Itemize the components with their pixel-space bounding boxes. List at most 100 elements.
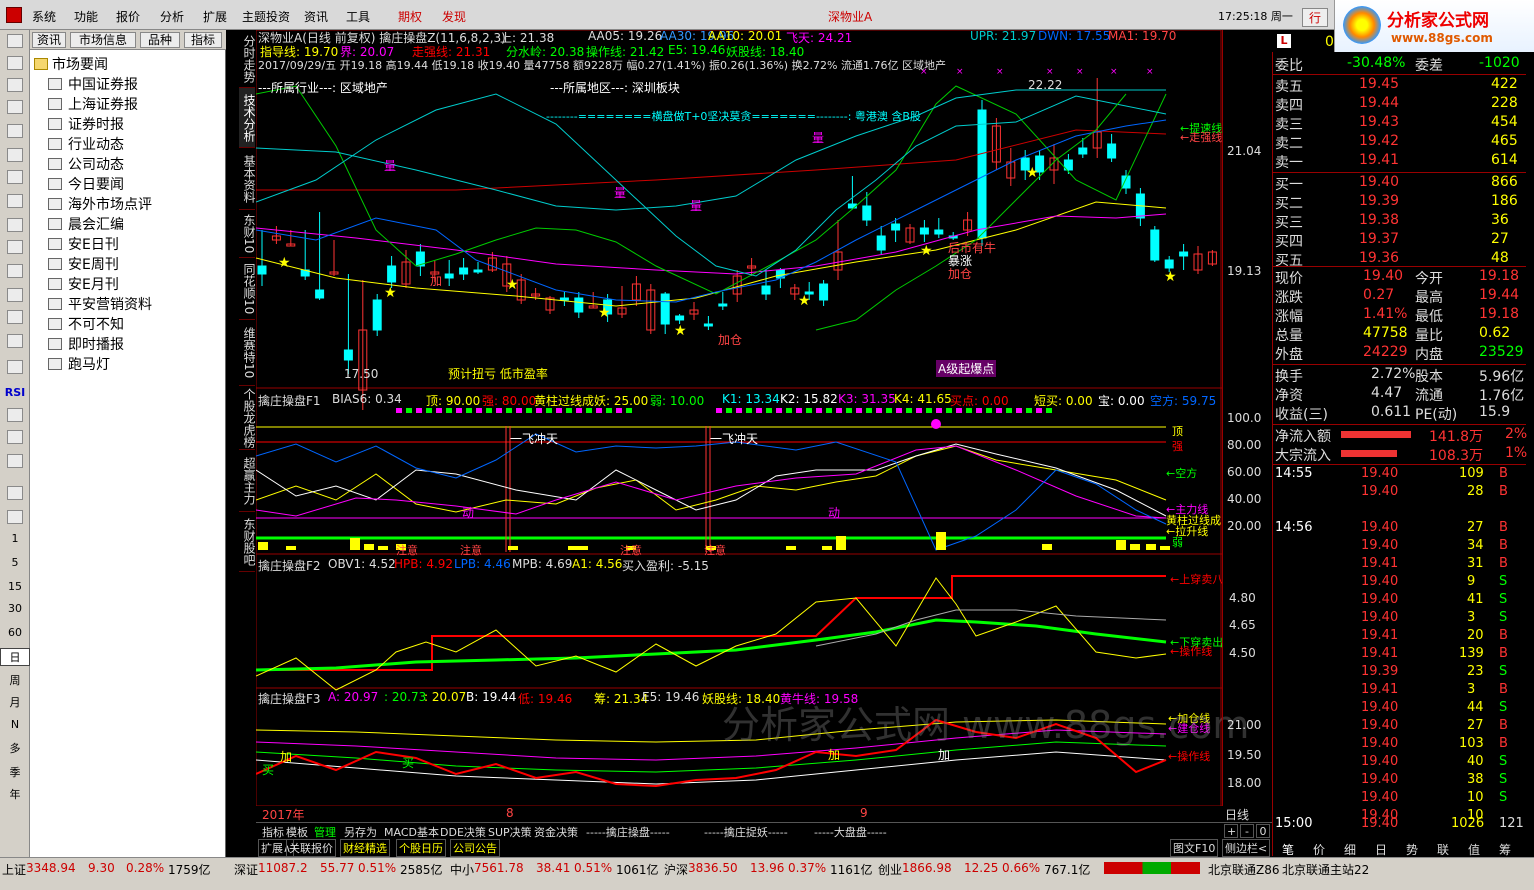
- quote-tab[interactable]: 势: [1406, 841, 1418, 858]
- menu-item-function[interactable]: 功能: [74, 8, 98, 25]
- period-day[interactable]: 日: [0, 648, 30, 666]
- sell-price[interactable]: 19.42: [1359, 133, 1399, 149]
- buy-price[interactable]: 19.36: [1359, 250, 1399, 266]
- line-chart-icon[interactable]: [7, 148, 23, 162]
- news-root[interactable]: 市场要闻: [34, 54, 108, 74]
- menu-item-news[interactable]: 资讯: [304, 8, 328, 25]
- cross-icon[interactable]: [7, 430, 23, 444]
- clock-icon[interactable]: [7, 334, 23, 348]
- index-name[interactable]: 创业: [878, 861, 902, 878]
- index-name[interactable]: 深证: [234, 861, 258, 878]
- tab-variety[interactable]: 品种: [140, 32, 180, 48]
- period-5min[interactable]: 5: [0, 556, 30, 569]
- buy-price[interactable]: 19.37: [1359, 231, 1399, 247]
- indicator-tab[interactable]: 另存为: [342, 824, 379, 839]
- tab-news[interactable]: 资讯: [32, 32, 66, 48]
- vtab-item[interactable]: 东财10: [239, 210, 256, 258]
- report-icon[interactable]: [7, 264, 23, 278]
- menu-item-options[interactable]: 期权: [398, 8, 422, 25]
- extend-tab[interactable]: 图文F10: [1170, 839, 1219, 857]
- sell-price[interactable]: 19.41: [1359, 152, 1399, 168]
- quote-tab[interactable]: 联: [1437, 841, 1449, 858]
- vtab-item[interactable]: 基本资料: [239, 148, 256, 210]
- index-name[interactable]: 上证: [2, 861, 26, 878]
- period-month[interactable]: 月: [0, 694, 30, 710]
- indicator-tab[interactable]: DDE决策: [438, 824, 488, 839]
- tab-market-info[interactable]: 市场信息: [70, 32, 136, 48]
- sell-price[interactable]: 19.43: [1359, 114, 1399, 130]
- zoom-button[interactable]: 0: [1256, 824, 1270, 838]
- vtab-item[interactable]: 维赛特10: [239, 320, 256, 386]
- buy-price[interactable]: 19.38: [1359, 212, 1399, 228]
- extend-tab[interactable]: 侧边栏<: [1222, 839, 1271, 857]
- down-icon[interactable]: [7, 78, 23, 92]
- trade-button[interactable]: 行: [1302, 8, 1329, 27]
- grid-icon[interactable]: [7, 124, 23, 138]
- period-1min[interactable]: 1: [0, 532, 30, 545]
- quote-tab[interactable]: 值: [1468, 841, 1480, 858]
- period-year[interactable]: 年: [0, 786, 30, 802]
- vtab-item[interactable]: 同花顺10: [239, 258, 256, 320]
- extend-tab[interactable]: 公司公告: [450, 839, 500, 857]
- vtab-item[interactable]: 分时走势: [239, 30, 256, 88]
- indicator-tab[interactable]: -----擒庄捉妖-----: [702, 824, 790, 839]
- index-name[interactable]: 沪深: [664, 861, 688, 878]
- period-multi[interactable]: 多: [0, 740, 30, 756]
- sell-price[interactable]: 19.44: [1359, 95, 1399, 111]
- indicator-icon[interactable]: [7, 360, 23, 374]
- f12-icon[interactable]: [7, 288, 23, 302]
- list-icon[interactable]: [7, 100, 23, 114]
- sell-price[interactable]: 19.45: [1359, 76, 1399, 92]
- tab-indicator[interactable]: 指标: [184, 32, 222, 48]
- indicator-tab[interactable]: MACD基本: [382, 824, 441, 839]
- period-week[interactable]: 周: [0, 672, 30, 688]
- kline-icon[interactable]: [7, 170, 23, 184]
- pen-icon[interactable]: [7, 454, 23, 468]
- vtab-item[interactable]: 技术分析: [239, 88, 256, 148]
- index-name[interactable]: 中小: [450, 861, 474, 878]
- quote-tab[interactable]: 筹: [1499, 841, 1511, 858]
- extend-tab[interactable]: 财经精选: [340, 839, 390, 857]
- menu-item-discover[interactable]: 发现: [442, 8, 466, 25]
- menu-item-analysis[interactable]: 分析: [160, 8, 184, 25]
- bar-icon[interactable]: [7, 194, 23, 208]
- indicator-tab[interactable]: -----大盘盘-----: [812, 824, 889, 839]
- vtab-item[interactable]: 个股龙虎榜: [239, 386, 256, 450]
- refresh-icon[interactable]: [7, 510, 23, 524]
- extend-tab[interactable]: 关联报价: [286, 839, 336, 857]
- rsi-icon[interactable]: RSI: [0, 386, 30, 399]
- quote-tab[interactable]: 细: [1344, 841, 1356, 858]
- indicator-tab[interactable]: 资金决策: [532, 824, 580, 839]
- period-30min[interactable]: 30: [0, 602, 30, 615]
- menu-item-system[interactable]: 系统: [32, 8, 56, 25]
- extend-tab[interactable]: 个股日历: [396, 839, 446, 857]
- zoom-button[interactable]: +: [1224, 824, 1238, 838]
- zoom-button[interactable]: -: [1240, 824, 1254, 838]
- quote-tab[interactable]: 笔: [1282, 841, 1294, 858]
- back-icon[interactable]: [7, 34, 23, 48]
- quote-tab[interactable]: 日: [1375, 841, 1387, 858]
- indicator-tab[interactable]: SUP决策: [486, 824, 534, 839]
- buy-price[interactable]: 19.40: [1359, 174, 1399, 190]
- up-icon[interactable]: [7, 56, 23, 70]
- period-quarter[interactable]: 季: [0, 764, 30, 780]
- server-1[interactable]: 北京联通Z86: [1208, 861, 1280, 878]
- indicator-tab[interactable]: 指标: [260, 824, 286, 839]
- period-15min[interactable]: 15: [0, 580, 30, 593]
- quote-tab[interactable]: 价: [1313, 841, 1325, 858]
- menu-item-extend[interactable]: 扩展: [203, 8, 227, 25]
- f5-icon[interactable]: [7, 486, 23, 500]
- vtab-item[interactable]: 东财股吧: [239, 512, 256, 572]
- server-2[interactable]: 北京联通主站22: [1282, 861, 1369, 878]
- f10-icon[interactable]: [7, 218, 23, 232]
- buy-price[interactable]: 19.39: [1359, 193, 1399, 209]
- info-icon[interactable]: [7, 240, 23, 254]
- menu-item-theme[interactable]: 主题投资: [242, 8, 290, 25]
- period-60min[interactable]: 60: [0, 626, 30, 639]
- indicator-tab[interactable]: -----擒庄操盘-----: [584, 824, 672, 839]
- menu-item-quote[interactable]: 报价: [116, 8, 140, 25]
- money-icon[interactable]: [7, 408, 23, 422]
- vtab-item[interactable]: 超赢主力: [239, 450, 256, 512]
- indicator-tab[interactable]: 管理: [312, 824, 338, 839]
- indicator-tab[interactable]: 模板: [284, 824, 310, 839]
